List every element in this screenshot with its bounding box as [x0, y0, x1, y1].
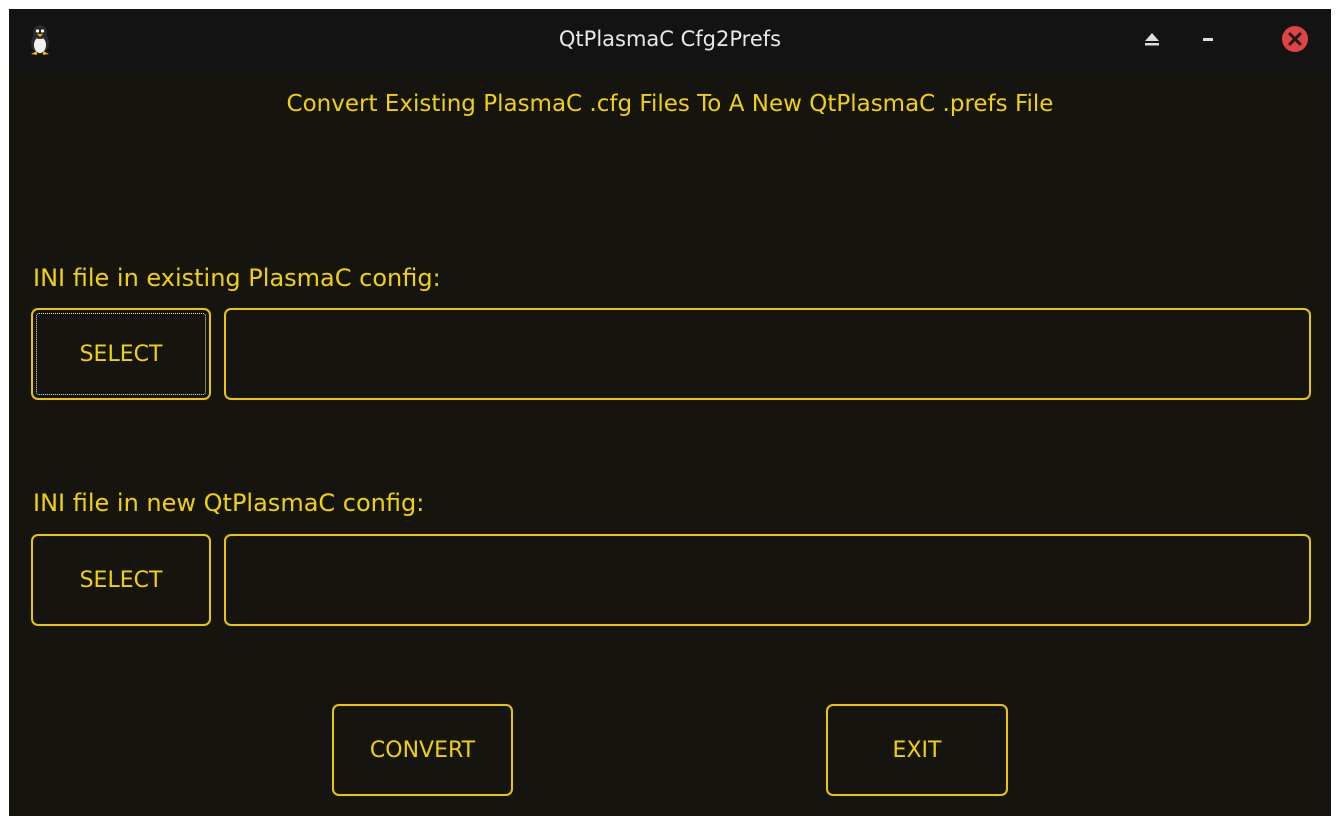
minimize-icon[interactable]	[1192, 23, 1224, 55]
title-bar[interactable]: QtPlasmaC Cfg2Prefs	[9, 9, 1331, 69]
window-title: QtPlasmaC Cfg2Prefs	[558, 27, 782, 51]
convert-button[interactable]: CONVERT	[332, 704, 513, 796]
existing-ini-path-field[interactable]	[224, 308, 1311, 400]
select-existing-ini-button[interactable]: SELECT	[31, 308, 211, 400]
select-new-ini-button[interactable]: SELECT	[31, 534, 211, 626]
main-panel: Convert Existing PlasmaC .cfg Files To A…	[9, 69, 1331, 816]
exit-button[interactable]: EXIT	[826, 704, 1008, 796]
exit-label: EXIT	[892, 737, 942, 763]
page-heading: Convert Existing PlasmaC .cfg Files To A…	[286, 91, 1054, 117]
convert-label: CONVERT	[369, 737, 476, 763]
select-existing-ini-label: SELECT	[79, 341, 163, 367]
app-window: QtPlasmaC Cfg2Prefs Convert Existing Pla…	[9, 9, 1331, 816]
select-new-ini-label: SELECT	[79, 567, 163, 593]
existing-ini-label: INI file in existing PlasmaC config:	[33, 264, 441, 292]
close-icon[interactable]	[1279, 23, 1311, 55]
new-ini-label: INI file in new QtPlasmaC config:	[33, 489, 425, 517]
new-ini-path-field[interactable]	[224, 534, 1311, 626]
eject-icon[interactable]	[1136, 23, 1168, 55]
